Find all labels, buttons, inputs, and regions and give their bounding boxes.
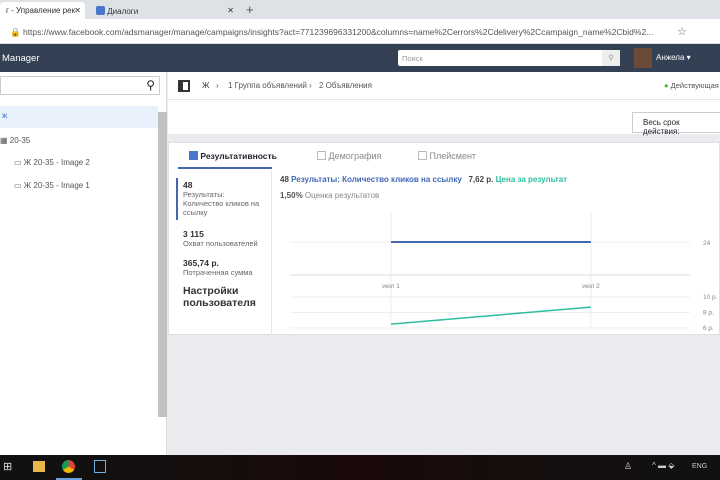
y-tick-label: 10 р. [703, 294, 718, 301]
people-icon[interactable]: ♙ [624, 461, 632, 472]
cost-line [390, 306, 592, 325]
file-explorer-icon[interactable] [33, 461, 45, 472]
language-indicator[interactable]: ENG [692, 463, 707, 470]
chrome-icon[interactable] [62, 460, 75, 473]
y-tick-label: 8 р. [703, 310, 714, 317]
y-tick-label: 24 [703, 240, 711, 247]
app-icon[interactable] [94, 460, 106, 473]
y-tick-label: 6 р. [703, 325, 714, 332]
x-tick-label: июл 1 [382, 283, 400, 290]
task-view-icon[interactable]: ⊞ [3, 460, 12, 473]
tray-icons[interactable]: ^ ▬ ⬙ [652, 461, 674, 470]
x-tick-label: июл 2 [582, 283, 600, 290]
taskbar: ⊞ ♙ ^ ▬ ⬙ ENG [0, 455, 720, 480]
performance-chart: июл 1 июл 2 24 10 р. 8 р. 6 р. [290, 212, 718, 332]
